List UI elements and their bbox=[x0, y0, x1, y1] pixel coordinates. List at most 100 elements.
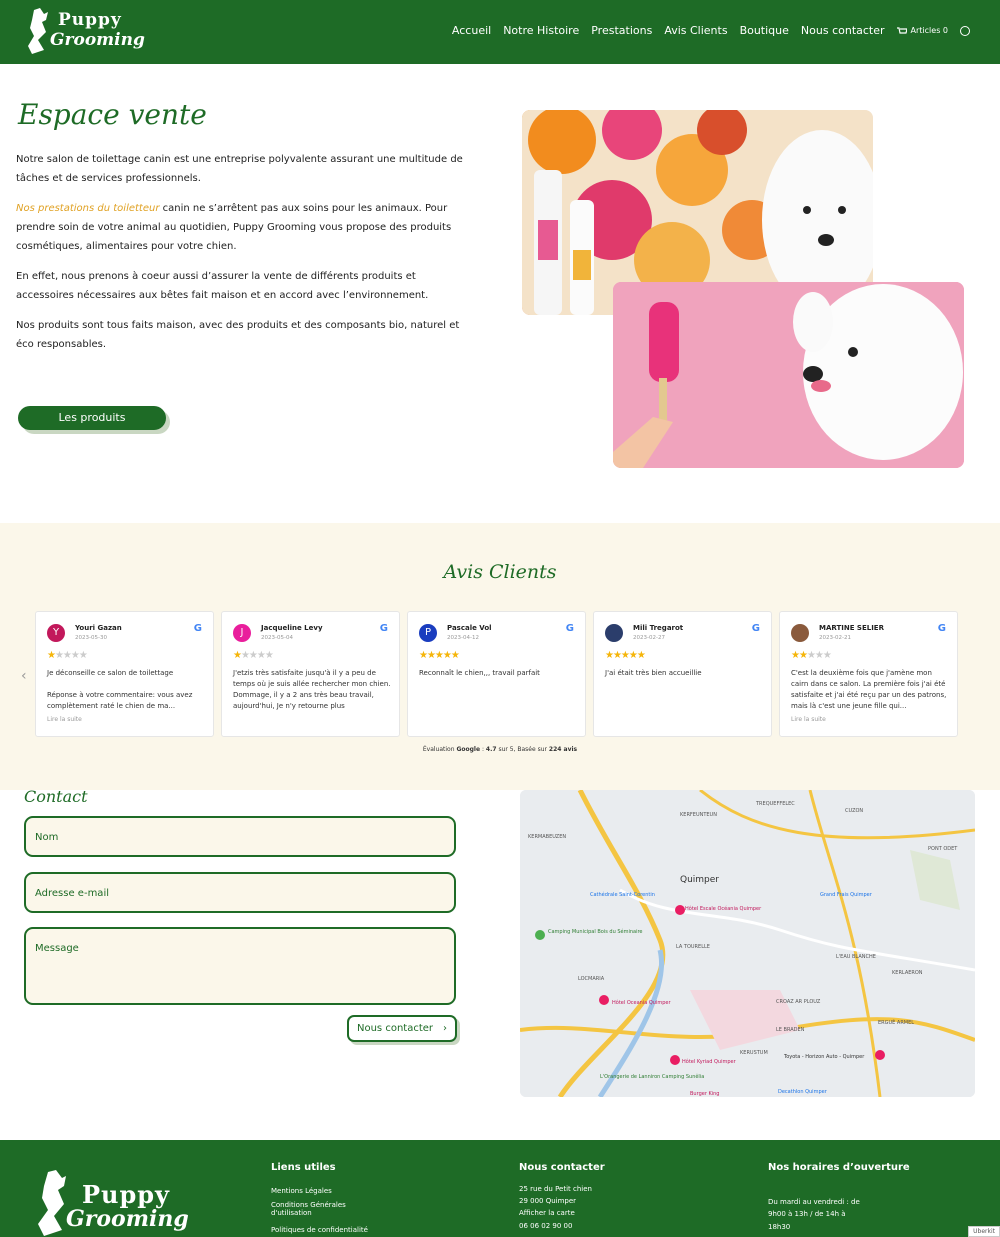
prestations-link[interactable]: Nos prestations du toiletteur bbox=[16, 203, 159, 214]
map-label: Hôtel Escale Océania Quimper bbox=[685, 905, 762, 912]
contact-submit-label: Nous contacter bbox=[357, 1023, 434, 1034]
review-date: 2023-02-27 bbox=[633, 635, 665, 641]
map-label: L'Orangerie de Lanniron Camping Sunêlia bbox=[600, 1073, 704, 1080]
map-label: Toyota - Horizon Auto - Quimper bbox=[783, 1054, 865, 1060]
paragraph-4: Nos produits sont tous faits maison, ave… bbox=[16, 320, 460, 350]
map-illustration: Quimper KERFEUNTEUN TREQUEFFELEC CUZON K… bbox=[520, 790, 975, 1097]
footer-link[interactable]: Politiques de confidentialité bbox=[271, 1224, 368, 1236]
eval-prefix: Évaluation bbox=[422, 746, 455, 753]
avatar: P bbox=[419, 624, 437, 642]
footer-hours-line: 18h30 bbox=[768, 1223, 791, 1231]
review-date: 2023-05-30 bbox=[75, 635, 107, 641]
reviewer-name: MARTINE SELIER bbox=[819, 624, 884, 632]
map-label: LA TOURELLE bbox=[676, 944, 710, 950]
map-label: CROAZ AR PLOUZ bbox=[776, 999, 821, 1005]
rating-stars: ★★★★★ bbox=[233, 650, 274, 661]
reviewer-name: Youri Gazan bbox=[75, 624, 122, 632]
footer-hours-line: Du mardi au vendredi : de bbox=[768, 1198, 860, 1206]
map-label: Burger King bbox=[690, 1091, 719, 1097]
google-icon: G bbox=[379, 623, 388, 634]
review-text: C'est la deuxième fois que j'amène mon c… bbox=[791, 669, 947, 710]
map-label-quimper: Quimper bbox=[680, 875, 719, 885]
read-more-link[interactable]: Lire la suite bbox=[791, 716, 826, 723]
footer-hours-title: Nos horaires d’ouverture bbox=[768, 1162, 910, 1173]
nav-accueil[interactable]: Accueil bbox=[452, 24, 491, 37]
paragraph-3: En effet, nous prenons à coeur aussi d’a… bbox=[16, 271, 429, 301]
review-card: Mili Tregarot 2023-02-27 G ★★★★★ J'ai ét… bbox=[593, 611, 772, 737]
footer-logo-puppy: Puppy bbox=[82, 1180, 171, 1209]
map-label: LOCMARIA bbox=[578, 976, 605, 982]
site-logo[interactable]: Puppy Grooming bbox=[24, 6, 145, 58]
map-label: ERGUÉ ARMEL bbox=[878, 1018, 914, 1026]
footer-map-link[interactable]: Afficher la carte bbox=[519, 1207, 575, 1219]
google-icon: G bbox=[751, 623, 760, 634]
rating-stars: ★★★★★ bbox=[419, 650, 460, 661]
cart-count: Articles 0 bbox=[910, 26, 948, 35]
review-text: J'etzis très satisfaite jusqu'à il y a p… bbox=[233, 669, 391, 710]
location-map[interactable]: Quimper KERFEUNTEUN TREQUEFFELEC CUZON K… bbox=[520, 790, 975, 1097]
message-field[interactable]: Message bbox=[24, 927, 456, 1005]
nav-nous-contacter[interactable]: Nous contacter bbox=[801, 24, 885, 37]
contact-title: Contact bbox=[24, 787, 88, 806]
review-date: 2023-04-12 bbox=[447, 635, 479, 641]
footer-contact-title: Nous contacter bbox=[519, 1162, 605, 1173]
map-label: KERFEUNTEUN bbox=[680, 812, 717, 818]
nav-boutique[interactable]: Boutique bbox=[740, 24, 789, 37]
espace-vente-text: Notre salon de toilettage canin est une … bbox=[16, 150, 476, 365]
reviews-title: Avis Clients bbox=[443, 561, 557, 583]
footer-address-city: 29 000 Quimper bbox=[519, 1197, 577, 1205]
nav-prestations[interactable]: Prestations bbox=[591, 24, 652, 37]
map-label: CUZON bbox=[845, 808, 863, 814]
map-label: Hôtel Kyriad Quimper bbox=[682, 1058, 737, 1065]
email-field[interactable]: Adresse e-mail bbox=[24, 872, 456, 913]
google-icon: G bbox=[565, 623, 574, 634]
footer-link[interactable]: Conditions Générales d'utilisation bbox=[271, 1201, 361, 1217]
reviewer-name: Pascale Vol bbox=[447, 624, 492, 632]
products-button[interactable]: Les produits bbox=[18, 406, 166, 430]
footer-link[interactable]: Mentions Légales bbox=[271, 1185, 332, 1197]
site-header: Puppy Grooming Accueil Notre Histoire Pr… bbox=[0, 0, 1000, 64]
name-field[interactable]: Nom bbox=[24, 816, 456, 857]
nav-avis-clients[interactable]: Avis Clients bbox=[664, 24, 727, 37]
paragraph-2: Nos prestations du toiletteur canin ne s… bbox=[16, 199, 476, 256]
nav-notre-histoire[interactable]: Notre Histoire bbox=[503, 24, 579, 37]
review-card: P Pascale Vol 2023-04-12 G ★★★★★ Reconna… bbox=[407, 611, 586, 737]
map-label: Hôtel Oceania Quimper bbox=[612, 999, 671, 1006]
eval-score: 4.7 bbox=[485, 746, 497, 753]
footer-links-title: Liens utiles bbox=[271, 1162, 336, 1173]
map-label: KERUSTUM bbox=[740, 1050, 768, 1056]
carousel-prev-icon[interactable]: ‹ bbox=[21, 668, 27, 684]
review-text: Reconnaît le chien,,, travail parfait bbox=[419, 669, 540, 677]
section-title-espace-vente: Espace vente bbox=[18, 98, 207, 131]
review-card: Y Youri Gazan 2023-05-30 G ★★★★★ Je déco… bbox=[35, 611, 214, 737]
google-rating-summary: Évaluation Google : 4.7 sur 5, Basée sur… bbox=[422, 746, 578, 753]
logo-text-grooming: Grooming bbox=[50, 30, 145, 50]
rating-stars: ★★★★★ bbox=[605, 650, 646, 661]
eval-mid: sur 5, Basée sur bbox=[498, 746, 547, 753]
logo-text-puppy: Puppy bbox=[58, 10, 122, 30]
eval-count: 224 avis bbox=[548, 746, 578, 753]
reviewer-name: Mili Tregarot bbox=[633, 624, 684, 632]
map-label: TREQUEFFELEC bbox=[755, 801, 795, 807]
map-label: Camping Municipal Bois du Séminaire bbox=[548, 928, 642, 935]
footer-address-street: 25 rue du Petit chien bbox=[519, 1185, 592, 1193]
site-footer: Puppy Grooming Liens utiles Mentions Lég… bbox=[0, 1140, 1000, 1237]
map-label: Grand Frais Quimper bbox=[820, 892, 873, 898]
avatar bbox=[791, 624, 809, 642]
map-label: Cathédrale Saint-Corentin bbox=[590, 891, 655, 898]
eval-brand: Google bbox=[456, 746, 481, 753]
map-label: KERMABEUZEN bbox=[528, 834, 566, 840]
footer-phone[interactable]: 06 06 02 90 00 bbox=[519, 1220, 572, 1232]
review-date: 2023-05-04 bbox=[261, 635, 293, 641]
contact-submit-button[interactable]: Nous contacter › bbox=[347, 1015, 457, 1042]
map-label: KERLAERON bbox=[892, 970, 923, 976]
read-more-link[interactable]: Lire la suite bbox=[47, 716, 82, 723]
rating-stars: ★★★★★ bbox=[47, 650, 88, 661]
footer-logo-grooming: Grooming bbox=[66, 1206, 189, 1232]
search-icon[interactable] bbox=[960, 25, 970, 36]
review-date: 2023-02-21 bbox=[819, 635, 851, 641]
map-label: L'EAU BLANCHE bbox=[836, 954, 876, 960]
uberkit-badge[interactable]: Uberkit bbox=[968, 1226, 1000, 1237]
cart-link[interactable]: Articles 0 bbox=[896, 26, 948, 35]
google-icon: G bbox=[937, 623, 946, 634]
